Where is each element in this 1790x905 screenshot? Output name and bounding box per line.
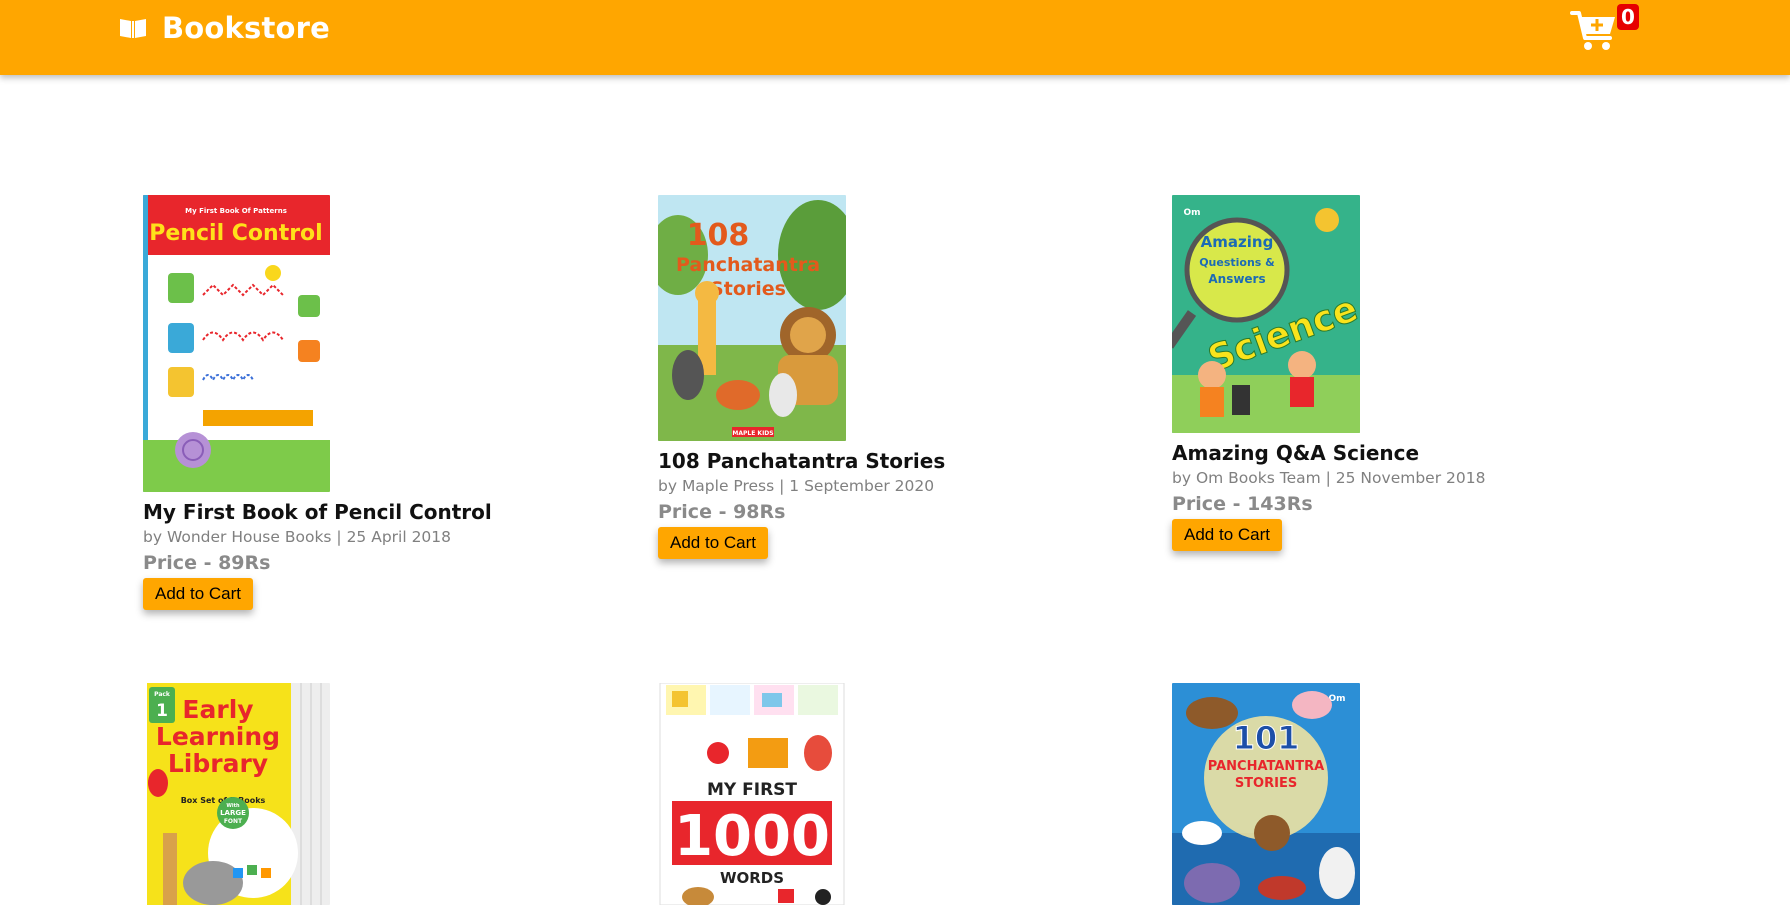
cover-text: Stories xyxy=(710,278,786,300)
book-cover-image[interactable]: My First Book Of Patterns Pencil Control xyxy=(143,195,330,492)
book-card: Om 101 PANCHATANTRA STORIES xyxy=(1172,683,1612,905)
cover-text: 101 xyxy=(1233,719,1300,757)
cart-button[interactable]: 0 xyxy=(1570,4,1640,52)
cover-text: Questions & xyxy=(1199,256,1275,269)
cover-text: STORIES xyxy=(1235,776,1297,791)
cover-text: Library xyxy=(168,749,268,778)
cover-text: Pack xyxy=(154,691,171,698)
book-card: 108 Panchatantra Stories MAPLE KIDS 108 … xyxy=(658,195,1098,559)
cover-text: FONT xyxy=(224,818,243,825)
book-title: Amazing Q&A Science xyxy=(1172,441,1420,465)
cover-text: PANCHATANTRA xyxy=(1208,759,1325,774)
book-card: My First Book Of Patterns Pencil Control… xyxy=(143,195,583,610)
cover-text: 108 xyxy=(687,218,750,253)
book-card: Pack 1 Early Learning Library Box Set of… xyxy=(143,683,583,905)
book-cover-image[interactable]: 108 Panchatantra Stories MAPLE KIDS xyxy=(658,195,846,441)
cover-text: Early xyxy=(182,695,253,724)
cover-text: LARGE xyxy=(220,809,246,817)
book-meta: by Om Books Team | 25 November 2018 xyxy=(1172,469,1486,487)
cover-text: Om xyxy=(1183,208,1200,218)
book-price: Price - 89Rs xyxy=(143,552,271,574)
book-title: 108 Panchatantra Stories xyxy=(658,449,946,473)
cover-text: Panchatantra xyxy=(676,254,820,276)
cart-plus-icon xyxy=(1570,11,1615,50)
navbar: Bookstore 0 xyxy=(0,0,1790,75)
book-card: Om Amazing Questions & Answers Science A… xyxy=(1172,195,1612,551)
book-cover-image[interactable]: Om 101 PANCHATANTRA STORIES xyxy=(1172,683,1360,905)
book-price: Price - 98Rs xyxy=(658,501,786,523)
brand-link[interactable]: Bookstore xyxy=(118,10,330,46)
cart-count-badge: 0 xyxy=(1617,4,1639,30)
cover-text: 1 xyxy=(156,701,168,721)
cover-text: Pencil Control xyxy=(149,221,322,246)
add-to-cart-button[interactable]: Add to Cart xyxy=(658,527,768,559)
cover-text: MAPLE KIDS xyxy=(732,430,773,437)
open-book-icon xyxy=(120,19,146,38)
book-meta: by Maple Press | 1 September 2020 xyxy=(658,477,935,495)
book-grid: My First Book Of Patterns Pencil Control… xyxy=(0,0,1790,905)
book-title: My First Book of Pencil Control xyxy=(143,500,492,524)
book-cover-image[interactable]: Om Amazing Questions & Answers Science xyxy=(1172,195,1360,433)
cover-text: WORDS xyxy=(720,869,784,887)
book-meta: by Wonder House Books | 25 April 2018 xyxy=(143,528,452,546)
cover-text: 1000 xyxy=(674,804,830,869)
add-to-cart-button[interactable]: Add to Cart xyxy=(1172,519,1282,551)
cover-text: Learning xyxy=(156,722,280,751)
brand-name: Bookstore xyxy=(162,11,331,45)
cover-text: Answers xyxy=(1208,272,1265,286)
add-to-cart-button[interactable]: Add to Cart xyxy=(143,578,253,610)
cover-text: MY FIRST xyxy=(707,780,797,800)
book-cover-image[interactable]: Pack 1 Early Learning Library Box Set of… xyxy=(143,683,330,905)
book-card: MY FIRST 1000 WORDS xyxy=(658,683,1098,905)
cover-text: My First Book Of Patterns xyxy=(185,207,287,215)
book-cover-image[interactable]: MY FIRST 1000 WORDS xyxy=(658,683,846,905)
cover-text: Amazing xyxy=(1201,233,1274,251)
book-price: Price - 143Rs xyxy=(1172,493,1313,515)
